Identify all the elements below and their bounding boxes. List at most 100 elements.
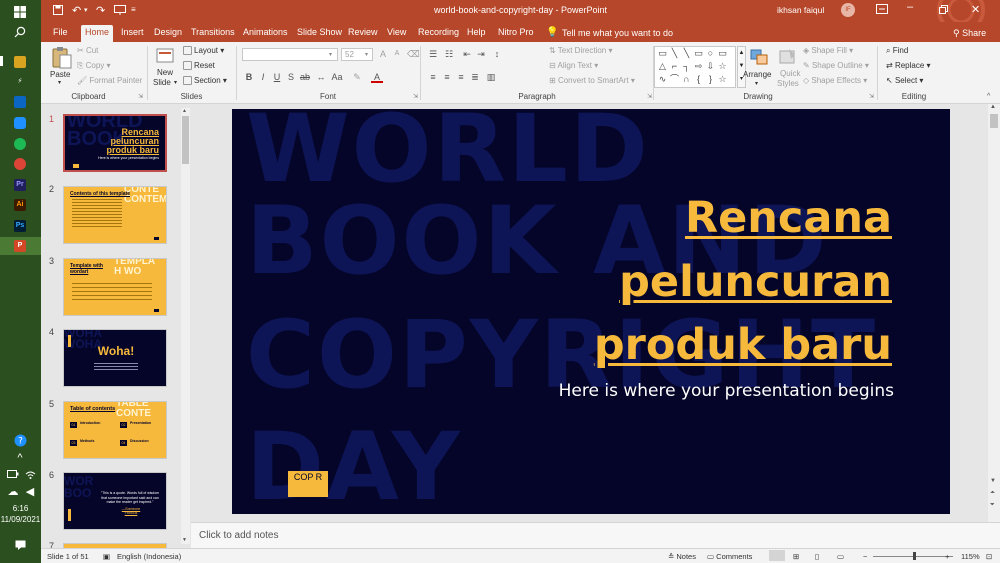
slide-title-line[interactable]: peluncuran: [619, 261, 892, 304]
scroll-down-icon[interactable]: ▼: [990, 478, 996, 484]
search-icon[interactable]: [12, 24, 28, 40]
premiere-icon[interactable]: Pr: [14, 179, 26, 191]
cloud-icon[interactable]: ☁: [5, 483, 21, 499]
star-shape-icon[interactable]: ☆: [717, 74, 728, 85]
share-button[interactable]: ⚲ Share: [953, 28, 986, 39]
numbering-icon[interactable]: ☷: [443, 48, 455, 60]
chevron-up-icon[interactable]: ^: [12, 450, 28, 466]
reset-button[interactable]: Reset: [183, 61, 215, 71]
wifi-icon[interactable]: [22, 466, 38, 482]
volume-icon[interactable]: ◀: [22, 483, 38, 499]
next-slide-icon[interactable]: ⏷: [990, 502, 995, 509]
minimize-icon[interactable]: –: [907, 1, 913, 13]
tab-view[interactable]: View: [383, 25, 410, 42]
text-direction-button[interactable]: ⇅ Text Direction ▾: [549, 46, 613, 55]
zoom-level[interactable]: 115%: [961, 552, 980, 561]
curve-shape-icon[interactable]: ∿: [657, 74, 668, 85]
notes-toggle[interactable]: ≙ Notes: [668, 552, 696, 561]
illustrator-icon[interactable]: Ai: [14, 199, 26, 211]
font-launcher-icon[interactable]: ⇲: [413, 93, 418, 100]
font-name-combobox[interactable]: [242, 48, 338, 61]
curve-shape-icon[interactable]: ∩: [681, 74, 692, 85]
triangle-shape-icon[interactable]: △: [657, 61, 668, 72]
current-slide[interactable]: WORLD BOOK AND COPYRIGHT DAY Rencana pel…: [232, 109, 950, 514]
zoom-in-icon[interactable]: +: [945, 552, 949, 561]
line-shape-icon[interactable]: ╲: [681, 48, 692, 59]
app-blue-icon[interactable]: [14, 117, 26, 129]
paste-button[interactable]: Paste: [50, 70, 70, 79]
new-slide-label-2[interactable]: Slide: [153, 78, 171, 87]
normal-view-icon[interactable]: [769, 550, 785, 561]
line-shape-icon[interactable]: ╲: [669, 48, 680, 59]
app-bolt-icon[interactable]: ⚡: [14, 76, 26, 88]
scrollbar-thumb[interactable]: [990, 114, 998, 128]
dropbox-icon[interactable]: [14, 96, 26, 108]
connector-shape-icon[interactable]: ┐: [681, 61, 692, 72]
shapes-gallery[interactable]: ▭ ╲ ╲ ▭ ○ ▭ △ ⌐ ┐ ⇨ ⇩ ☆ ∿ ⌒ ∩ { } ☆: [654, 46, 736, 88]
scroll-up-icon[interactable]: ▲: [990, 104, 996, 110]
replace-button[interactable]: ⇄ Replace ▾: [886, 61, 931, 70]
highlight-icon[interactable]: ✎: [351, 71, 363, 83]
tab-transitions[interactable]: Transitions: [187, 25, 239, 42]
cut-button[interactable]: ✂ Cut: [77, 46, 98, 55]
slide-thumbnail-1[interactable]: WORLD BOOK Rencana peluncuran produk baru…: [63, 114, 167, 172]
convert-smartart-button[interactable]: ⊞ Convert to SmartArt ▾: [549, 76, 635, 85]
drawing-launcher-icon[interactable]: ⇲: [869, 93, 874, 100]
line-spacing-icon[interactable]: ↕: [491, 48, 503, 60]
new-slide-icon[interactable]: [156, 46, 174, 66]
powerpoint-icon[interactable]: P: [14, 240, 26, 252]
italic-icon[interactable]: I: [257, 71, 269, 83]
zoom-out-icon[interactable]: −: [863, 552, 867, 561]
align-center-icon[interactable]: ≡: [441, 71, 453, 83]
close-icon[interactable]: ✕: [971, 3, 980, 16]
tab-insert[interactable]: Insert: [117, 25, 148, 42]
photoshop-icon[interactable]: Ps: [14, 220, 26, 232]
rectangle-shape-icon[interactable]: ▭: [693, 48, 704, 59]
shapes-scroll[interactable]: ▲ ▼ ▾: [737, 46, 746, 88]
slide-thumbnail-2[interactable]: CONTE CONTEM Contents of this template: [63, 186, 167, 244]
align-text-button[interactable]: ⊟ Align Text ▾: [549, 61, 598, 70]
tab-recording[interactable]: Recording: [414, 25, 463, 42]
quick-styles-label-2[interactable]: Styles: [777, 79, 799, 88]
oval-shape-icon[interactable]: ○: [705, 48, 716, 59]
spotify-icon[interactable]: [14, 138, 26, 150]
strikethrough-icon[interactable]: ab: [299, 71, 311, 83]
zoom-slider-handle[interactable]: [913, 552, 916, 560]
help-icon[interactable]: ?: [12, 432, 28, 448]
notes-placeholder[interactable]: Click to add notes: [199, 530, 279, 541]
section-button[interactable]: Section ▾: [183, 76, 227, 86]
tab-nitro-pro[interactable]: Nitro Pro: [494, 25, 538, 42]
textbox-shape-icon[interactable]: ▭: [657, 48, 668, 59]
arc-shape-icon[interactable]: ⌒: [669, 74, 680, 85]
font-size-combobox[interactable]: 52: [341, 48, 373, 61]
shape-fill-button[interactable]: ◈ Shape Fill ▾: [803, 46, 853, 55]
windows-start-icon[interactable]: [12, 4, 28, 20]
find-button[interactable]: ⌕ Find: [886, 46, 908, 56]
change-case-icon[interactable]: Aa: [331, 71, 343, 83]
restore-icon[interactable]: [939, 5, 948, 14]
align-right-icon[interactable]: ≡: [455, 71, 467, 83]
shape-outline-button[interactable]: ✎ Shape Outline ▾: [803, 61, 869, 70]
previous-slide-icon[interactable]: ⏶: [990, 490, 995, 497]
shape-effects-button[interactable]: ◇ Shape Effects ▾: [803, 76, 867, 85]
arrow-right-shape-icon[interactable]: ⇨: [693, 61, 704, 72]
paste-dropdown-icon[interactable]: ▾: [58, 79, 61, 86]
taskbar-clock[interactable]: 6:16 11/09/2021: [0, 503, 41, 525]
tab-file[interactable]: File: [49, 25, 72, 42]
slide-thumbnail-6[interactable]: WOR BOO "This is a quote. Words full of w…: [63, 472, 167, 530]
slide-thumbnail-5[interactable]: TABLE CONTE Table of contents 01 Introduc…: [63, 401, 167, 459]
editor-scrollbar[interactable]: ▲ ▼ ⏶ ⏷: [988, 104, 1000, 522]
scrollbar-thumb[interactable]: [182, 116, 189, 164]
tell-me-input[interactable]: Tell me what you want to do: [562, 28, 673, 38]
format-painter-button[interactable]: 🖌 Format Painter: [77, 76, 142, 85]
font-color-icon[interactable]: A: [371, 71, 383, 83]
chrome-icon[interactable]: [14, 158, 26, 170]
layout-button[interactable]: Layout ▾: [183, 46, 224, 56]
bullets-icon[interactable]: ☰: [427, 48, 439, 60]
notes-pane[interactable]: Click to add notes: [191, 522, 1000, 548]
scroll-up-icon[interactable]: ▲: [182, 108, 187, 114]
slideshow-view-icon[interactable]: ▭: [837, 552, 844, 561]
brace-shape-icon[interactable]: {: [693, 74, 704, 85]
new-slide-dropdown-icon[interactable]: ▾: [174, 79, 177, 86]
columns-icon[interactable]: ▥: [485, 71, 497, 83]
